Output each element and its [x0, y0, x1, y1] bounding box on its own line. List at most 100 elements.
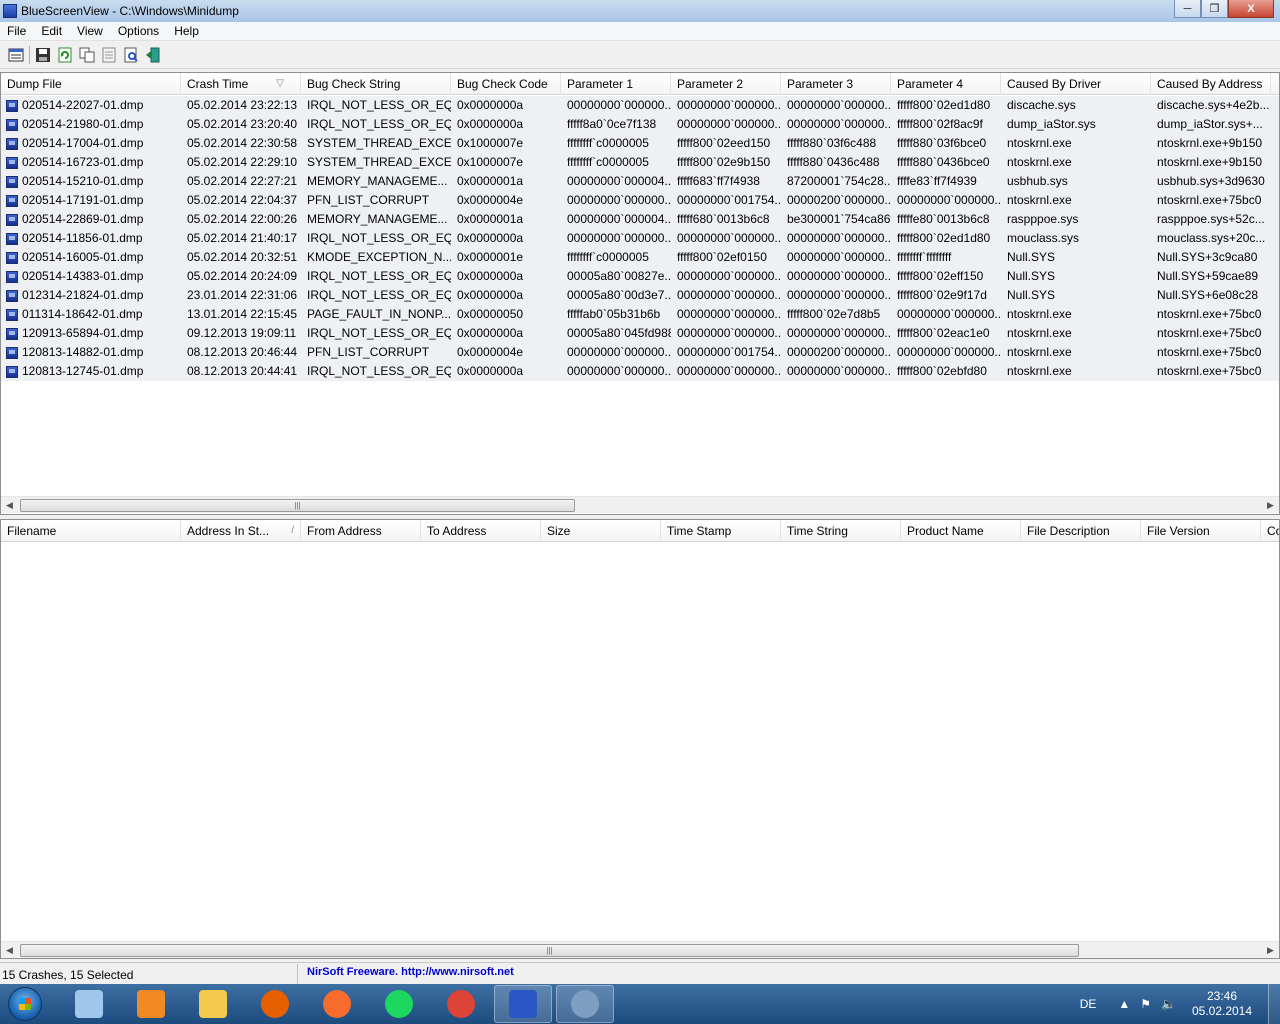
- scroll-right-icon[interactable]: ▶: [1262, 942, 1279, 958]
- column-header-bug-check-string[interactable]: Bug Check String: [301, 73, 451, 95]
- table-row[interactable]: 020514-17004-01.dmp 05.02.2014 22:30:58 SY…: [1, 134, 1279, 153]
- table-row[interactable]: 020514-16723-01.dmp 05.02.2014 22:29:10 SY…: [1, 153, 1279, 172]
- column-header-dump-file[interactable]: Dump File: [1, 73, 181, 95]
- driver-list-pane[interactable]: Filename Address In St... / From Address …: [0, 519, 1280, 959]
- column-header-product-name[interactable]: Product Name: [901, 520, 1021, 542]
- column-header-size[interactable]: Size: [541, 520, 661, 542]
- column-header-from-address[interactable]: From Address: [301, 520, 421, 542]
- crash-list-pane[interactable]: Dump File Crash Time ▽ Bug Check String B…: [0, 72, 1280, 515]
- scroll-grip-icon: |||: [546, 946, 553, 955]
- taskbar-button-origin[interactable]: [308, 985, 366, 1023]
- column-header-time-string[interactable]: Time String: [781, 520, 901, 542]
- cell-crash-time: 08.12.2013 20:44:41: [187, 364, 298, 378]
- column-header-caused-by-address[interactable]: Caused By Address: [1151, 73, 1271, 95]
- scroll-left-icon[interactable]: ◀: [1, 942, 18, 958]
- action-center-flag-icon[interactable]: ⚑: [1140, 997, 1151, 1011]
- cell-parameter-3: 00000000`000000...: [787, 250, 891, 264]
- table-row[interactable]: 020514-22027-01.dmp 05.02.2014 23:22:13 IR…: [1, 96, 1279, 115]
- cell-bug-check-code: 0x00000050: [457, 307, 524, 321]
- clock[interactable]: 23:46 05.02.2014: [1186, 989, 1258, 1019]
- taskbar-button-explorer[interactable]: [184, 985, 242, 1023]
- cell-bug-check-code: 0x0000000a: [457, 231, 524, 245]
- table-row[interactable]: 120913-65894-01.dmp 09.12.2013 19:09:11 IR…: [1, 324, 1279, 343]
- column-header-time-stamp[interactable]: Time Stamp: [661, 520, 781, 542]
- taskbar-button-media-player[interactable]: [122, 985, 180, 1023]
- column-header-file-description[interactable]: File Description: [1021, 520, 1141, 542]
- cell-text: 020514-11856-01.dmp: [22, 231, 143, 245]
- volume-icon[interactable]: 🔈: [1161, 997, 1176, 1011]
- column-header-parameter-3[interactable]: Parameter 3: [781, 73, 891, 95]
- firefox-icon: [261, 990, 289, 1018]
- scroll-thumb[interactable]: |||: [20, 499, 575, 512]
- column-header-label: Time String: [787, 524, 848, 538]
- column-header-parameter-4[interactable]: Parameter 4: [891, 73, 1001, 95]
- column-header-bug-check-code[interactable]: Bug Check Code: [451, 73, 561, 95]
- taskbar-button-firefox[interactable]: [246, 985, 304, 1023]
- table-row[interactable]: 120813-14882-01.dmp 08.12.2013 20:46:44 PF…: [1, 343, 1279, 362]
- scroll-grip-icon: |||: [294, 501, 301, 510]
- find-button[interactable]: [121, 45, 141, 65]
- column-header-crash-time[interactable]: Crash Time ▽: [181, 73, 301, 95]
- cell-parameter-1: fffff8a0`0ce7f138: [567, 117, 657, 131]
- cell-text: 020514-17004-01.dmp: [22, 136, 144, 150]
- scroll-right-icon[interactable]: ▶: [1262, 497, 1279, 514]
- taskbar-button-chrome[interactable]: [432, 985, 490, 1023]
- taskbar: DE ▲ ⚑ 🔈 23:46 05.02.2014: [0, 984, 1280, 1024]
- table-row[interactable]: 011314-18642-01.dmp 13.01.2014 22:15:45 PA…: [1, 305, 1279, 324]
- language-indicator[interactable]: DE: [1080, 997, 1097, 1011]
- table-row[interactable]: 020514-16005-01.dmp 05.02.2014 20:32:51 KM…: [1, 248, 1279, 267]
- crash-list-hscrollbar[interactable]: ◀ ||| ▶: [1, 496, 1279, 513]
- taskbar-button-snipping-tool[interactable]: [60, 985, 118, 1023]
- table-row[interactable]: 020514-17191-01.dmp 05.02.2014 22:04:37 PF…: [1, 191, 1279, 210]
- column-header-parameter-1[interactable]: Parameter 1: [561, 73, 671, 95]
- show-hidden-icons-icon[interactable]: ▲: [1118, 997, 1130, 1011]
- properties-button[interactable]: [6, 45, 26, 65]
- table-row[interactable]: 020514-11856-01.dmp 05.02.2014 21:40:17 IR…: [1, 229, 1279, 248]
- copy-button[interactable]: [77, 45, 97, 65]
- dump-file-icon: [6, 308, 18, 321]
- cell-dump-file: 020514-17191-01.dmp: [1, 191, 181, 210]
- column-header-label: Parameter 3: [787, 77, 854, 91]
- column-header-label: File Version: [1147, 524, 1210, 538]
- column-header-caused-by-driver[interactable]: Caused By Driver: [1001, 73, 1151, 95]
- start-button[interactable]: [0, 984, 50, 1024]
- taskbar-button-bluescreenview[interactable]: [494, 985, 552, 1023]
- taskbar-button-spotify[interactable]: [370, 985, 428, 1023]
- cell-parameter-4: ffffffff`ffffffff: [897, 250, 952, 264]
- table-row[interactable]: 020514-21980-01.dmp 05.02.2014 23:20:40 IR…: [1, 115, 1279, 134]
- table-row[interactable]: 020514-15210-01.dmp 05.02.2014 22:27:21 ME…: [1, 172, 1279, 191]
- column-header-filename[interactable]: Filename: [1, 520, 181, 542]
- cell-parameter-1: 00000000`000000...: [567, 98, 671, 112]
- column-header-to-address[interactable]: To Address: [421, 520, 541, 542]
- column-header-file-version[interactable]: File Version: [1141, 520, 1261, 542]
- cell-dump-file: 020514-15210-01.dmp: [1, 172, 181, 191]
- menu-options[interactable]: Options: [111, 24, 167, 38]
- maximize-button[interactable]: ❐: [1201, 0, 1228, 18]
- refresh-button[interactable]: [55, 45, 75, 65]
- menu-view[interactable]: View: [70, 24, 111, 38]
- table-row[interactable]: 120813-12745-01.dmp 08.12.2013 20:44:41 IR…: [1, 362, 1279, 381]
- menu-file[interactable]: File: [0, 24, 34, 38]
- scroll-left-icon[interactable]: ◀: [1, 497, 18, 514]
- menu-help[interactable]: Help: [167, 24, 207, 38]
- table-row[interactable]: 020514-22869-01.dmp 05.02.2014 22:00:26 ME…: [1, 210, 1279, 229]
- save-button[interactable]: [33, 45, 53, 65]
- menu-edit[interactable]: Edit: [34, 24, 70, 38]
- minimize-button[interactable]: ─: [1174, 0, 1201, 18]
- column-header-parameter-2[interactable]: Parameter 2: [671, 73, 781, 95]
- nirsoft-link[interactable]: NirSoft Freeware. http://www.nirsoft.net: [298, 964, 514, 984]
- show-desktop-button[interactable]: [1268, 984, 1280, 1024]
- driver-list-hscrollbar[interactable]: ◀ ||| ▶: [1, 941, 1279, 958]
- html-report-button[interactable]: [99, 45, 119, 65]
- close-button[interactable]: X: [1228, 0, 1274, 18]
- exit-button[interactable]: [143, 45, 163, 65]
- column-header-address-in-stack[interactable]: Address In St... /: [181, 520, 301, 542]
- table-row[interactable]: 012314-21824-01.dmp 23.01.2014 22:31:06 IR…: [1, 286, 1279, 305]
- cell-caused-by-driver: ntoskrnl.exe: [1007, 307, 1072, 321]
- table-row[interactable]: 020514-14383-01.dmp 05.02.2014 20:24:09 IR…: [1, 267, 1279, 286]
- taskbar-button-teamspeak[interactable]: [556, 985, 614, 1023]
- column-header-company[interactable]: Co: [1261, 520, 1279, 542]
- cell-parameter-1: ffffffff`c0000005: [567, 155, 649, 169]
- cell-caused-by-address: ntoskrnl.exe+75bc0: [1157, 326, 1262, 340]
- scroll-thumb[interactable]: |||: [20, 944, 1079, 957]
